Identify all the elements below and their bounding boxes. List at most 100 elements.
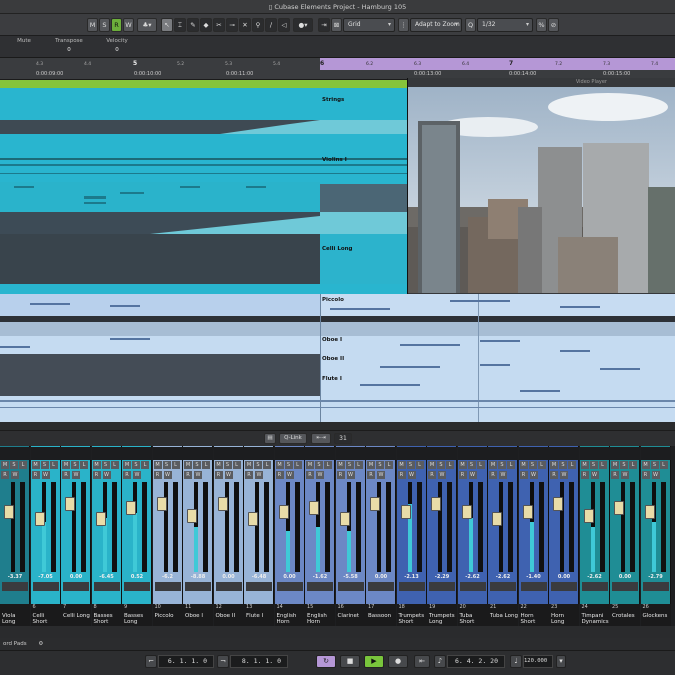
channel-header[interactable] bbox=[122, 447, 152, 460]
channel-solo-button[interactable]: S bbox=[467, 461, 476, 469]
channel-mute-button[interactable]: M bbox=[428, 461, 436, 469]
channel-label[interactable]: 7 Celli Long bbox=[61, 604, 91, 626]
channel-strip[interactable]: M S L R W 0.00 17 Bassoon bbox=[366, 446, 396, 626]
channel-strip[interactable]: M S L R W 0.52 9 Basses Long bbox=[122, 446, 152, 626]
fader-handle[interactable] bbox=[126, 501, 136, 515]
video-player[interactable]: Video Player bbox=[407, 78, 675, 294]
fader-handle[interactable] bbox=[492, 512, 502, 526]
channel-header[interactable] bbox=[244, 447, 274, 460]
fader-track[interactable] bbox=[172, 482, 178, 572]
channel-read-button[interactable]: R bbox=[397, 471, 406, 479]
channel-strip[interactable]: M S L R W -2.29 19 Trumpets Long bbox=[427, 446, 457, 626]
right-locator-display[interactable]: 8. 1. 1. 0 bbox=[230, 655, 288, 668]
channel-strip[interactable]: M S L R W -2.13 18 Trumpets Short bbox=[396, 446, 427, 626]
channel-label[interactable]: 15 English Horn bbox=[305, 604, 335, 626]
fader-handle[interactable] bbox=[400, 505, 411, 519]
mute-button[interactable]: M bbox=[87, 18, 98, 32]
channel-header[interactable] bbox=[61, 447, 91, 460]
color-tool-icon[interactable]: ●▾ bbox=[293, 18, 313, 32]
fader-track[interactable] bbox=[264, 482, 269, 572]
channel-label[interactable]: 24 Timpani Dynamics bbox=[579, 604, 610, 626]
channel-strip[interactable]: M S L R W 0.00 12 Oboe II bbox=[213, 446, 244, 626]
channel-write-button[interactable]: W bbox=[651, 471, 660, 479]
channel-mute-button[interactable]: M bbox=[245, 461, 253, 469]
channel-label[interactable]: 13 Flute I bbox=[244, 604, 274, 626]
fader-track[interactable] bbox=[50, 482, 56, 572]
channel-read-button[interactable]: R bbox=[611, 471, 619, 479]
channel-header[interactable] bbox=[549, 447, 579, 460]
insert-slot[interactable] bbox=[215, 582, 242, 591]
position-display[interactable]: 6. 4. 2. 20 bbox=[447, 655, 505, 668]
fader-handle[interactable] bbox=[217, 497, 228, 511]
read-button[interactable]: R bbox=[111, 18, 122, 32]
velocity-info[interactable]: Velocity 0 bbox=[103, 38, 131, 53]
channel-mute-button[interactable]: M bbox=[550, 461, 558, 469]
play-tool-icon[interactable]: ◁ bbox=[278, 18, 290, 32]
right-locator-icon[interactable]: ¬ bbox=[217, 655, 229, 668]
cycle-button[interactable]: ↻ bbox=[316, 655, 336, 668]
channel-header[interactable] bbox=[640, 447, 671, 460]
fader-handle[interactable] bbox=[431, 497, 441, 511]
channel-header[interactable] bbox=[274, 447, 305, 460]
channel-volume[interactable]: 0.00 bbox=[214, 574, 244, 580]
channel-read-button[interactable]: R bbox=[428, 471, 436, 479]
channel-listen-button[interactable]: L bbox=[232, 461, 241, 469]
channel-read-button[interactable]: R bbox=[641, 471, 650, 479]
fader-handle[interactable] bbox=[95, 512, 106, 526]
channel-header[interactable] bbox=[213, 447, 244, 460]
channel-mute-button[interactable]: M bbox=[214, 461, 223, 469]
channel-write-button[interactable]: W bbox=[11, 471, 19, 479]
channel-label[interactable]: 23 Horn Long bbox=[549, 604, 579, 626]
fader-track[interactable] bbox=[660, 482, 666, 572]
insert-slot[interactable] bbox=[337, 582, 364, 591]
channel-read-button[interactable]: R bbox=[184, 471, 192, 479]
channel-strip[interactable]: M S L R W -2.79 26 Glockens bbox=[640, 446, 671, 626]
channel-write-button[interactable]: W bbox=[285, 471, 294, 479]
channel-strip[interactable]: M S L R W -2.62 21 Tuba Long bbox=[488, 446, 518, 626]
channel-solo-button[interactable]: S bbox=[528, 461, 537, 469]
channel-strip[interactable]: M S L R W -2.62 24 Timpani Dynamics bbox=[579, 446, 610, 626]
channel-write-button[interactable]: W bbox=[316, 471, 324, 479]
fader-handle[interactable] bbox=[370, 497, 380, 511]
channel-listen-button[interactable]: L bbox=[19, 461, 27, 469]
lower-track-area[interactable]: Piccolo Oboe I Oboe II Flute I bbox=[0, 294, 675, 422]
fader-track[interactable] bbox=[447, 482, 452, 572]
channel-read-button[interactable]: R bbox=[1, 471, 9, 479]
fader-track[interactable] bbox=[233, 482, 239, 572]
channel-strip[interactable]: M S L R W -1.40 22 Horn Short bbox=[518, 446, 549, 626]
channel-label[interactable]: 19 Trumpets Long bbox=[427, 604, 457, 626]
channel-write-button[interactable]: W bbox=[438, 471, 446, 479]
channel-write-button[interactable]: W bbox=[41, 471, 50, 479]
channel-solo-button[interactable]: S bbox=[71, 461, 79, 469]
channel-mute-button[interactable]: M bbox=[519, 461, 528, 469]
channel-volume[interactable]: 0.00 bbox=[549, 574, 579, 580]
fader-handle[interactable] bbox=[278, 505, 289, 519]
insert-slot[interactable] bbox=[429, 582, 455, 591]
channel-volume[interactable]: -2.62 bbox=[580, 574, 610, 580]
channel-read-button[interactable]: R bbox=[245, 471, 253, 479]
channel-mute-button[interactable]: M bbox=[31, 461, 40, 469]
channel-solo-button[interactable]: S bbox=[162, 461, 171, 469]
punch-icon[interactable]: ⇤ bbox=[414, 655, 430, 668]
timeline-ruler[interactable]: 4.3 4.4 5 5.2 5.3 5.4 6 6.2 6.3 6.4 7 7.… bbox=[0, 58, 675, 80]
fader-track[interactable] bbox=[538, 482, 544, 572]
channel-listen-button[interactable]: L bbox=[293, 461, 302, 469]
channel-mute-button[interactable]: M bbox=[489, 461, 497, 469]
insert-slot[interactable] bbox=[185, 582, 211, 591]
insert-slot[interactable] bbox=[276, 582, 303, 591]
channel-volume[interactable]: -6.48 bbox=[244, 574, 274, 580]
loop-range[interactable] bbox=[320, 58, 675, 70]
channel-header[interactable] bbox=[152, 447, 183, 460]
channel-solo-button[interactable]: S bbox=[284, 461, 293, 469]
fader-handle[interactable] bbox=[248, 512, 258, 526]
split-tool-icon[interactable]: ✂ bbox=[213, 18, 225, 32]
channel-volume[interactable]: -2.62 bbox=[458, 574, 488, 580]
insert-slot[interactable] bbox=[398, 582, 425, 591]
channel-strip[interactable]: M S L R W -5.58 16 Clarinet bbox=[335, 446, 366, 626]
fader-track[interactable] bbox=[203, 482, 208, 572]
channel-solo-button[interactable]: S bbox=[101, 461, 110, 469]
channel-mute-button[interactable]: M bbox=[641, 461, 650, 469]
channel-write-button[interactable]: W bbox=[346, 471, 355, 479]
fader-handle[interactable] bbox=[65, 497, 75, 511]
channel-listen-button[interactable]: L bbox=[354, 461, 363, 469]
